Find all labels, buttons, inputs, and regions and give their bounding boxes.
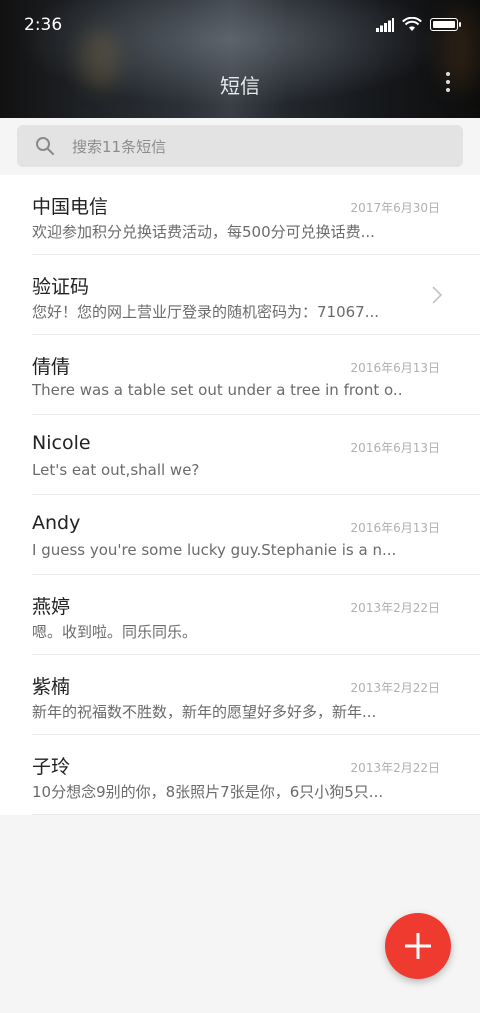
message-preview: 10分想念9别的你，8张照片7张是你，6只小狗5只... bbox=[32, 783, 384, 801]
contact-name: 燕婷 bbox=[32, 596, 71, 618]
search-placeholder: 搜索11条短信 bbox=[72, 137, 167, 156]
conversation-item[interactable]: 中国电信 欢迎参加积分兑换话费活动，每500分可兑换话费... 2017年6月3… bbox=[0, 175, 480, 255]
message-preview: 嗯。收到啦。同乐同乐。 bbox=[32, 623, 198, 641]
contact-name: Nicole bbox=[32, 432, 91, 454]
contact-name: 中国电信 bbox=[32, 196, 109, 218]
message-date: 2013年2月22日 bbox=[350, 761, 440, 775]
message-preview: I guess you're some lucky guy.Stephanie … bbox=[32, 541, 397, 559]
compose-button[interactable] bbox=[385, 913, 451, 979]
message-preview: 新年的祝福数不胜数，新年的愿望好多好多，新年... bbox=[32, 703, 377, 721]
conversation-item[interactable]: 燕婷 嗯。收到啦。同乐同乐。 2013年2月22日 bbox=[0, 575, 480, 655]
contact-name: 紫楠 bbox=[32, 676, 71, 698]
plus-icon bbox=[405, 933, 431, 959]
contact-name: 子玲 bbox=[32, 756, 71, 778]
search-input[interactable]: 搜索11条短信 bbox=[17, 125, 463, 167]
message-date: 2013年2月22日 bbox=[350, 601, 440, 615]
messages-app: 2:36 短信 搜索11条短信 中国电信 欢迎参加积分兑换话费活动，每500分可… bbox=[0, 0, 480, 1013]
status-icons bbox=[376, 17, 461, 32]
message-date: 2016年6月13日 bbox=[350, 441, 440, 455]
message-list: 中国电信 欢迎参加积分兑换话费活动，每500分可兑换话费... 2017年6月3… bbox=[0, 175, 480, 815]
page-title: 短信 bbox=[220, 74, 260, 98]
divider bbox=[32, 814, 480, 815]
message-date: 2013年2月22日 bbox=[350, 681, 440, 695]
conversation-item[interactable]: Andy I guess you're some lucky guy.Steph… bbox=[0, 495, 480, 575]
status-time: 2:36 bbox=[24, 15, 63, 35]
contact-name: 验证码 bbox=[32, 276, 90, 298]
message-preview: There was a table set out under a tree i… bbox=[32, 381, 402, 399]
message-date: 2016年6月13日 bbox=[350, 361, 440, 375]
conversation-item[interactable]: 验证码 您好！您的网上营业厅登录的随机密码为：71067... bbox=[0, 255, 480, 335]
conversation-item[interactable]: 紫楠 新年的祝福数不胜数，新年的愿望好多好多，新年... 2013年2月22日 bbox=[0, 655, 480, 735]
message-date: 2016年6月13日 bbox=[350, 521, 440, 535]
more-vertical-icon-dot bbox=[446, 88, 450, 92]
message-preview: Let's eat out,shall we? bbox=[32, 461, 200, 479]
more-vertical-icon bbox=[446, 72, 450, 76]
wifi-icon bbox=[402, 17, 422, 31]
message-preview: 您好！您的网上营业厅登录的随机密码为：71067... bbox=[32, 303, 380, 321]
signal-icon bbox=[376, 17, 394, 32]
search-icon bbox=[36, 137, 54, 155]
contact-name: 倩倩 bbox=[32, 356, 71, 378]
more-options-button[interactable] bbox=[444, 72, 452, 94]
contact-name: Andy bbox=[32, 512, 81, 534]
conversation-item[interactable]: Nicole Let's eat out,shall we? 2016年6月13… bbox=[0, 415, 480, 495]
header: 2:36 短信 bbox=[0, 0, 480, 118]
conversation-item[interactable]: 子玲 10分想念9别的你，8张照片7张是你，6只小狗5只... 2013年2月2… bbox=[0, 735, 480, 815]
battery-icon bbox=[430, 18, 461, 31]
conversation-item[interactable]: 倩倩 There was a table set out under a tre… bbox=[0, 335, 480, 415]
more-vertical-icon-dot bbox=[446, 80, 450, 84]
message-date: 2017年6月30日 bbox=[350, 201, 440, 215]
chevron-right-icon bbox=[432, 286, 443, 304]
message-preview: 欢迎参加积分兑换话费活动，每500分可兑换话费... bbox=[32, 223, 375, 241]
